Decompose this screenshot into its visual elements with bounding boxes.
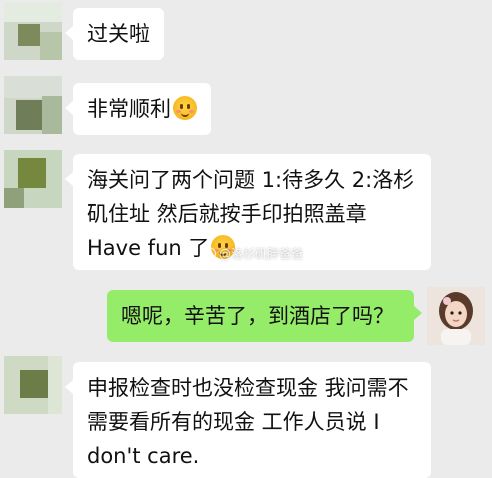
contact-avatar[interactable] (4, 356, 62, 414)
message-bubble-outgoing[interactable]: 嗯呢，辛苦了，到酒店了吗？ (107, 290, 422, 342)
message-bubble-incoming[interactable]: 非常顺利 (65, 83, 211, 135)
contact-avatar[interactable] (4, 150, 62, 208)
weibo-watermark: @洛杉矶胖爸爸 (200, 245, 303, 262)
message-text: 非常顺利 (87, 97, 171, 121)
message-line: 海关问了两个问题 1:待多久 2:洛杉 (87, 168, 415, 192)
message-line: 需要看所有的现金 工作人员说 I (87, 410, 380, 434)
message-text: 嗯呢，辛苦了，到酒店了吗？ (121, 304, 394, 328)
message-text: 过关啦 (87, 22, 150, 46)
user-avatar[interactable] (427, 287, 485, 345)
message-line: 矶住址 然后就按手印拍照盖章 (87, 202, 367, 226)
message-line: 申报检查时也没检查现金 我问需不 (87, 376, 409, 400)
user-avatar-image (427, 287, 485, 345)
contact-avatar[interactable] (4, 2, 62, 60)
contact-avatar[interactable] (4, 76, 62, 134)
watermark-text: @洛杉矶胖爸爸 (219, 247, 304, 261)
smiling-face-emoji-icon (173, 96, 197, 120)
message-bubble-incoming[interactable]: 过关啦 (65, 8, 164, 60)
message-line: don't care. (87, 444, 200, 468)
message-bubble-incoming[interactable]: 申报检查时也没检查现金 我问需不 需要看所有的现金 工作人员说 I don't … (65, 362, 431, 478)
message-line: Have fun 了 (87, 236, 210, 260)
weibo-logo-icon (200, 247, 216, 260)
